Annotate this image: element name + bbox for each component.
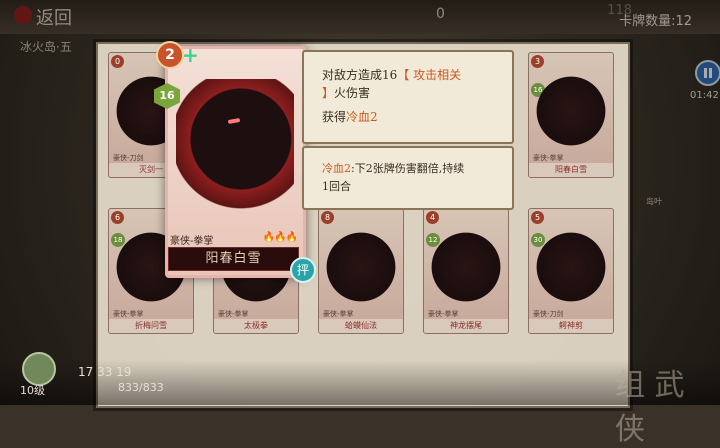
featured-card-type: 豪侠-拳掌	[170, 236, 214, 247]
upgrade-plus-icon: +	[182, 43, 199, 67]
card-cost: 6	[111, 211, 124, 224]
card-cost: 0	[111, 55, 124, 68]
card-art	[325, 231, 397, 311]
featured-card-art	[176, 79, 294, 229]
featured-card-cost: 2	[156, 41, 184, 69]
keyword-desc-2: 1回合	[322, 180, 351, 193]
card-name: 神龙摆尾	[424, 319, 508, 333]
card-type: 豪侠-拳掌	[218, 310, 249, 318]
card-type: 豪侠-拳掌	[323, 310, 354, 318]
featured-card-name: 阳春白雪	[168, 247, 299, 271]
card-type: 豪侠-拳掌	[113, 310, 144, 318]
card-effect-tooltip: 对敌方造成16【 攻击相关 】火伤害 获得冷血2	[302, 50, 514, 144]
player-level: 10级	[20, 384, 45, 397]
keyword-tooltip: 冷血2:下2张牌伤害翻倍,持续 1回合	[302, 146, 514, 210]
featured-card[interactable]: 2 + 16 豪侠-拳掌 🔥🔥🔥 阳春白雪 抨	[154, 41, 316, 283]
card-cost: 3	[531, 55, 544, 68]
card-art	[535, 231, 607, 311]
card-slot-10[interactable]: 4 12 豪侠-拳掌 神龙摆尾	[423, 208, 509, 334]
card-name: 蛤蟆仙法	[319, 319, 403, 333]
card-name: 鳄神剪	[529, 319, 613, 333]
bottom-decoration: 组 武 侠	[615, 368, 685, 447]
effect-text-2: 火伤害	[334, 86, 371, 100]
featured-card-seal[interactable]: 抨	[290, 257, 316, 283]
card-name: 阳春白雪	[529, 163, 613, 177]
card-cost: 5	[531, 211, 544, 224]
card-type: 豪侠-拳掌	[533, 154, 564, 162]
card-name: 折梅问雪	[109, 319, 193, 333]
effect-keyword-end: 】	[322, 86, 335, 100]
card-type: 豪侠-拳掌	[428, 310, 459, 318]
card-slot-6[interactable]: 3 16 豪侠-拳掌 阳春白雪	[528, 52, 614, 178]
effect-gain-text: 获得	[322, 110, 347, 124]
effect-gain-keyword: 冷血2	[346, 110, 378, 124]
player-avatar[interactable]	[22, 352, 56, 386]
player-stats: 17 33 19	[78, 365, 132, 379]
flame-icons: 🔥🔥🔥	[262, 232, 298, 243]
card-type: 豪侠-刀剑	[533, 310, 564, 318]
card-art	[535, 75, 607, 155]
card-art	[430, 231, 502, 311]
effect-keyword: 【 攻击相关	[397, 68, 462, 82]
keyword-desc: :下2张牌伤害翻倍,持续	[351, 162, 465, 175]
card-cost: 8	[321, 211, 334, 224]
effect-text: 对敌方造成16	[322, 68, 398, 82]
card-slot-9[interactable]: 8 豪侠-拳掌 蛤蟆仙法	[318, 208, 404, 334]
player-hp: 833/833	[118, 381, 164, 394]
card-slot-11[interactable]: 5 30 豪侠-刀剑 鳄神剪	[528, 208, 614, 334]
card-name: 太极拳	[214, 319, 298, 333]
card-cost: 4	[426, 211, 439, 224]
keyword-name: 冷血2	[322, 162, 351, 175]
